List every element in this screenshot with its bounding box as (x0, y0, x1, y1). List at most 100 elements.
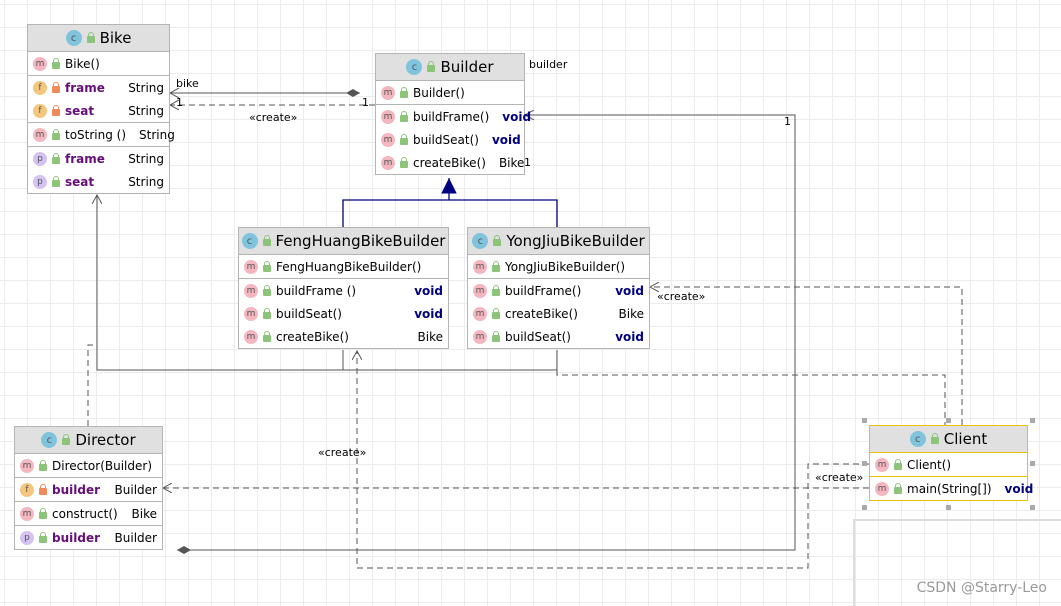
property-icon: p (20, 530, 34, 545)
method-icon: m (244, 329, 258, 344)
member-type: void (502, 109, 532, 124)
member-section: m buildFrame() void m buildSeat() void m… (376, 105, 531, 174)
member-row[interactable]: m buildFrame() void (468, 279, 649, 302)
class-title: FengHuangBikeBuilder (275, 232, 446, 250)
member-row[interactable]: m createBike() Bike (376, 151, 524, 174)
member-row[interactable]: p builder Builder (15, 526, 162, 549)
member-row[interactable]: m buildSeat() void (468, 325, 649, 348)
field-icon: f (20, 482, 34, 497)
member-row[interactable]: p frame String (28, 147, 169, 170)
class-header[interactable]: c Client (870, 426, 1027, 453)
member-row[interactable]: m Builder() (376, 81, 524, 104)
member-section: m FengHuangBikeBuilder() (239, 255, 448, 279)
public-icon (39, 507, 47, 519)
member-name: FengHuangBikeBuilder() (276, 259, 422, 274)
member-section: m Builder() (376, 81, 524, 105)
role-label-builder: builder (529, 58, 568, 71)
resize-handle[interactable] (945, 418, 951, 423)
resize-handle[interactable] (1030, 461, 1035, 466)
member-row[interactable]: m buildSeat() void (376, 128, 524, 151)
public-icon (52, 128, 60, 140)
resize-handle[interactable] (1030, 418, 1035, 423)
class-director[interactable]: c Director m Director(Builder) f builder… (14, 426, 163, 550)
method-icon: m (244, 259, 258, 274)
member-section: p builder Builder (15, 526, 162, 549)
member-type: String (128, 103, 164, 118)
class-client[interactable]: c Client m Client() m main(String[]) voi… (869, 425, 1033, 501)
member-name: frame (65, 80, 105, 95)
class-header[interactable]: c Bike (28, 25, 169, 52)
public-icon (400, 86, 408, 98)
member-name: buildSeat() (276, 306, 342, 321)
member-row[interactable]: m YongJiuBikeBuilder() (468, 255, 649, 278)
member-row[interactable]: m main(String[]) void (870, 477, 1033, 500)
resize-handle[interactable] (862, 461, 867, 466)
member-row[interactable]: f frame String (28, 76, 169, 99)
member-row[interactable]: f builder Builder (15, 478, 162, 501)
resize-handle[interactable] (862, 418, 867, 423)
class-title: Director (75, 431, 136, 449)
member-name: Client() (907, 457, 952, 472)
member-row[interactable]: m Client() (870, 453, 1027, 476)
member-row[interactable]: m toString () String (28, 123, 175, 146)
class-fenghuang[interactable]: c FengHuangBikeBuilder m FengHuangBikeBu… (238, 227, 449, 349)
class-bike[interactable]: c Bike m Bike() f frame String f seat St… (27, 24, 175, 194)
member-row[interactable]: f seat String (28, 99, 169, 122)
class-builder[interactable]: c Builder m Builder() m buildFrame() voi… (375, 53, 531, 175)
public-icon (39, 459, 47, 471)
member-name: toString () (65, 127, 127, 142)
member-type: void (414, 306, 443, 321)
field-icon: f (33, 80, 47, 95)
private-icon (52, 81, 60, 93)
create-label: «create» (249, 111, 298, 124)
class-header[interactable]: c Director (15, 427, 162, 454)
member-row[interactable]: m buildFrame () void (239, 279, 448, 302)
method-icon: m (381, 109, 395, 124)
public-icon (400, 133, 408, 145)
member-row[interactable]: m buildFrame() void (376, 105, 531, 128)
class-yongjiu[interactable]: c YongJiuBikeBuilder m YongJiuBikeBuilde… (467, 227, 650, 349)
member-name: seat (65, 103, 95, 118)
create-label: «create» (657, 290, 706, 303)
class-header[interactable]: c FengHuangBikeBuilder (239, 228, 448, 255)
member-row[interactable]: m construct() Bike (15, 502, 162, 525)
member-row[interactable]: p seat String (28, 170, 169, 193)
class-title: Client (943, 430, 988, 448)
method-icon: m (381, 132, 395, 147)
public-icon (39, 531, 47, 543)
method-icon: m (875, 457, 889, 472)
dependency-client-yongjiu (556, 350, 946, 425)
member-type: String (128, 151, 164, 166)
method-icon: m (20, 506, 34, 521)
member-row[interactable]: m buildSeat() void (239, 302, 448, 325)
resize-handle[interactable] (945, 505, 951, 510)
public-icon (427, 61, 436, 72)
member-row[interactable]: m createBike() Bike (239, 325, 448, 348)
resize-handle[interactable] (1030, 505, 1035, 510)
member-row[interactable]: m createBike() Bike (468, 302, 649, 325)
method-icon: m (20, 458, 34, 473)
create-label: «create» (318, 446, 367, 459)
class-header[interactable]: c YongJiuBikeBuilder (468, 228, 649, 255)
public-icon (52, 175, 60, 187)
preview-panel: CSDN @Starry-Leo (853, 519, 1061, 606)
member-section: m Director(Builder) (15, 454, 162, 478)
member-name: buildFrame() (505, 283, 582, 298)
member-type: void (414, 283, 443, 298)
member-name: builder (52, 530, 101, 545)
method-icon: m (381, 155, 395, 170)
member-row[interactable]: m FengHuangBikeBuilder() (239, 255, 448, 278)
class-header[interactable]: c Builder (376, 54, 524, 81)
method-icon: m (381, 85, 395, 100)
member-section: m buildFrame() void m createBike() Bike … (468, 279, 649, 348)
member-name: main(String[]) (907, 481, 992, 496)
method-icon: m (244, 306, 258, 321)
method-icon: m (473, 283, 487, 298)
member-name: createBike() (276, 329, 349, 344)
class-icon: c (41, 432, 58, 448)
member-row[interactable]: m Bike() (28, 52, 169, 75)
member-type: Bike (498, 155, 525, 170)
class-title: Bike (99, 29, 132, 47)
member-row[interactable]: m Director(Builder) (15, 454, 162, 477)
resize-handle[interactable] (862, 505, 867, 510)
